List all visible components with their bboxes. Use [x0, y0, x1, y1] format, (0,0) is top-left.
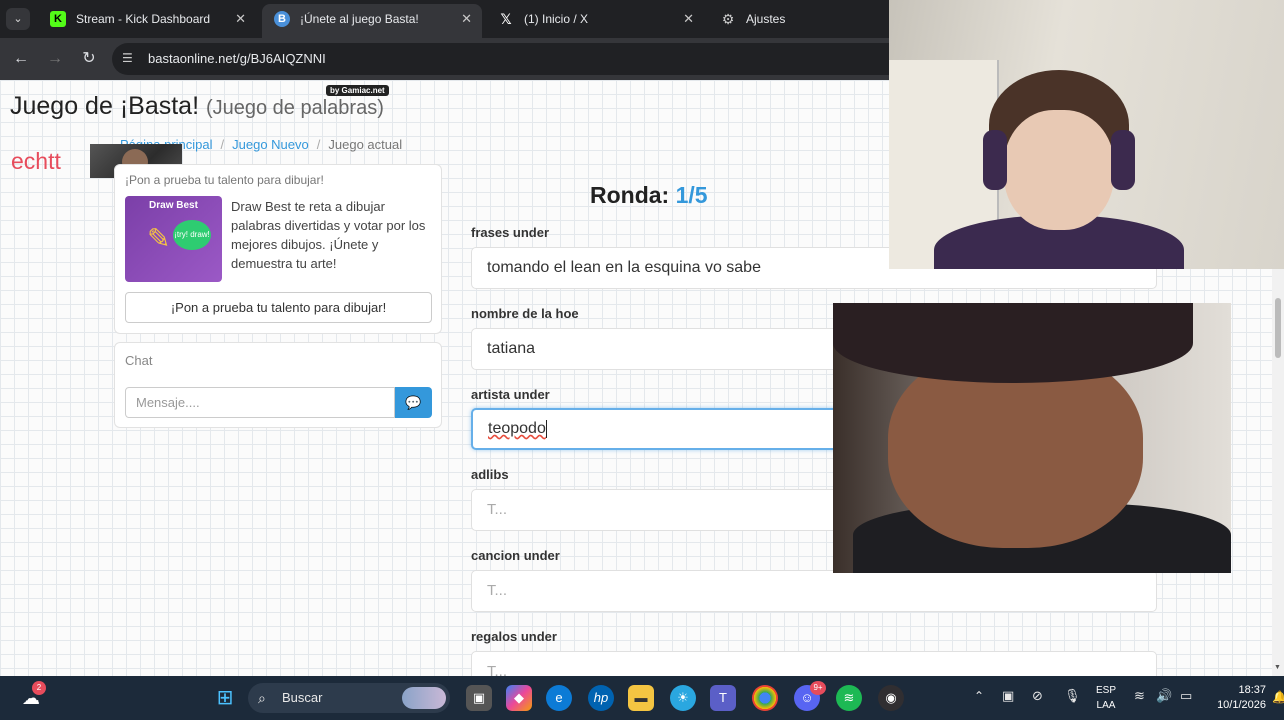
volume-icon[interactable]: 🔊: [1156, 688, 1172, 704]
hp-icon[interactable]: hp: [588, 685, 614, 711]
promo-panel: ¡Pon a prueba tu talento para dibujar! D…: [114, 164, 442, 334]
tray-chevron-icon[interactable]: ⌃: [974, 689, 984, 703]
round-label: Ronda:: [590, 182, 670, 208]
headset-left: [983, 130, 1007, 190]
teams-icon[interactable]: T: [710, 685, 736, 711]
round-indicator: Ronda: 1/5: [590, 182, 708, 209]
tray-muted-icon[interactable]: ⊘: [1032, 688, 1043, 704]
obs-icon[interactable]: ◉: [878, 685, 904, 711]
site-info-icon[interactable]: ☰: [122, 51, 133, 65]
cap: [833, 303, 1193, 383]
close-icon[interactable]: ✕: [461, 4, 472, 34]
field-input-cancion[interactable]: T...: [471, 570, 1157, 612]
chat-panel: Chat Mensaje.... 💬: [114, 342, 442, 428]
field-label-adlibs: adlibs: [471, 467, 509, 482]
weather-app-icon[interactable]: ☀: [670, 685, 696, 711]
battery-icon[interactable]: ▭: [1180, 688, 1192, 704]
field-input-regalos[interactable]: T...: [471, 651, 1157, 676]
discord-badge: 9+: [810, 681, 826, 695]
field-label-artista: artista under: [471, 387, 550, 402]
field-label-frases: frases under: [471, 225, 550, 240]
tab-search-button[interactable]: ⌄: [6, 8, 30, 30]
taskbar-search[interactable]: ⌕ Buscar: [248, 683, 450, 713]
task-view-icon[interactable]: ▣: [466, 685, 492, 711]
search-label: Buscar: [282, 690, 323, 705]
close-icon[interactable]: ✕: [235, 4, 246, 34]
wifi-icon[interactable]: ≋: [1134, 688, 1145, 704]
tab-x-inicio[interactable]: 𝕏 (1) Inicio / X ✕: [486, 4, 704, 34]
promo-image-bubble: ¡try! draw!: [173, 220, 211, 250]
field-label-nombre: nombre de la hoe: [471, 306, 579, 321]
settings-icon: ⚙: [721, 11, 735, 27]
weather-badge: 2: [32, 681, 46, 695]
headset-right: [1111, 130, 1135, 190]
page-title: Juego de ¡Basta! (Juego de palabras): [10, 92, 384, 121]
draw-talent-button[interactable]: ¡Pon a prueba tu talento para dibujar!: [125, 292, 432, 323]
copilot-icon[interactable]: ◆: [506, 685, 532, 711]
chat-title: Chat: [125, 353, 153, 368]
file-explorer-icon[interactable]: ▬: [628, 685, 654, 711]
tab-basta-game[interactable]: B ¡Únete al juego Basta! ✕: [262, 4, 482, 38]
promo-header: ¡Pon a prueba tu talento para dibujar!: [125, 173, 324, 187]
site-title-sub: (Juego de palabras): [205, 97, 384, 119]
pencil-icon: ✎: [147, 223, 171, 254]
text-caret: [545, 419, 547, 438]
face: [1004, 110, 1114, 230]
webcam-overlay-guest: [833, 303, 1231, 573]
tab-title: Stream - Kick Dashboard: [76, 12, 211, 26]
draw-best-image[interactable]: Draw Best ✎ ¡try! draw!: [125, 196, 222, 282]
breadcrumb-new-game-link[interactable]: Juego Nuevo: [232, 137, 309, 152]
chat-message-input[interactable]: Mensaje....: [125, 387, 395, 418]
url-text: bastaonline.net/g/BJ6AIQZNNI: [148, 51, 326, 66]
language-indicator[interactable]: ESP LAA: [1092, 683, 1120, 713]
windows-taskbar: ☁ 2 ⊞ ⌕ Buscar ▣ ◆ e hp ▬ ☀ T ☺ 9+ ≋ ◉ ⌃…: [0, 676, 1284, 720]
close-icon[interactable]: ✕: [683, 4, 694, 34]
basta-icon: B: [274, 11, 290, 27]
tab-title: ¡Únete al juego Basta!: [300, 12, 419, 26]
x-icon: 𝕏: [500, 11, 512, 27]
clock-date: 10/1/2026: [1217, 699, 1266, 711]
field-label-cancion: cancion under: [471, 548, 560, 563]
tab-ajustes[interactable]: ⚙ Ajustes: [708, 4, 888, 34]
forward-arrow-icon[interactable]: →: [44, 48, 66, 70]
system-clock[interactable]: 18:37 10/1/2026: [1210, 683, 1266, 713]
tab-kick-dashboard[interactable]: K Stream - Kick Dashboard ✕: [38, 4, 256, 34]
tray-app-icon[interactable]: ▣: [1002, 688, 1014, 704]
microphone-icon[interactable]: 🎙: [1064, 688, 1081, 704]
promo-image-title: Draw Best: [149, 200, 198, 211]
round-value: 1/5: [675, 182, 708, 208]
tab-title: Ajustes: [746, 12, 786, 26]
chat-bubble-icon: 💬: [405, 395, 422, 410]
notification-bell-icon[interactable]: 🔔: [1272, 690, 1284, 704]
reload-icon[interactable]: ↻: [78, 48, 100, 70]
back-arrow-icon[interactable]: ←: [10, 48, 32, 70]
scrollbar-thumb[interactable]: [1275, 298, 1281, 358]
spotify-icon[interactable]: ≋: [836, 685, 862, 711]
webcam-overlay-streamer: [889, 0, 1284, 269]
edge-icon[interactable]: e: [546, 685, 572, 711]
language-layout: LAA: [1096, 700, 1116, 711]
gamiac-badge[interactable]: by Gamiac.net: [326, 85, 389, 96]
chrome-icon[interactable]: [752, 685, 778, 711]
search-highlight-image: [402, 687, 446, 709]
clock-time: 18:37: [1238, 684, 1266, 696]
kick-icon: K: [50, 11, 66, 27]
search-icon: ⌕: [258, 690, 266, 706]
windows-start-icon[interactable]: ⊞: [212, 685, 238, 711]
field-input-artista-text: teopodo: [488, 420, 546, 437]
site-title-main: Juego de ¡Basta!: [10, 92, 200, 120]
promo-description: Draw Best te reta a dibujar palabras div…: [231, 199, 426, 271]
language-code: ESP: [1095, 685, 1116, 696]
tab-title: (1) Inicio / X: [524, 12, 589, 26]
breadcrumb-current: Juego actual: [328, 137, 403, 152]
player-name: echtt: [11, 148, 61, 174]
chat-send-button[interactable]: 💬: [395, 387, 432, 418]
scroll-down-icon[interactable]: ▼: [1274, 664, 1281, 671]
field-label-regalos: regalos under: [471, 629, 557, 644]
